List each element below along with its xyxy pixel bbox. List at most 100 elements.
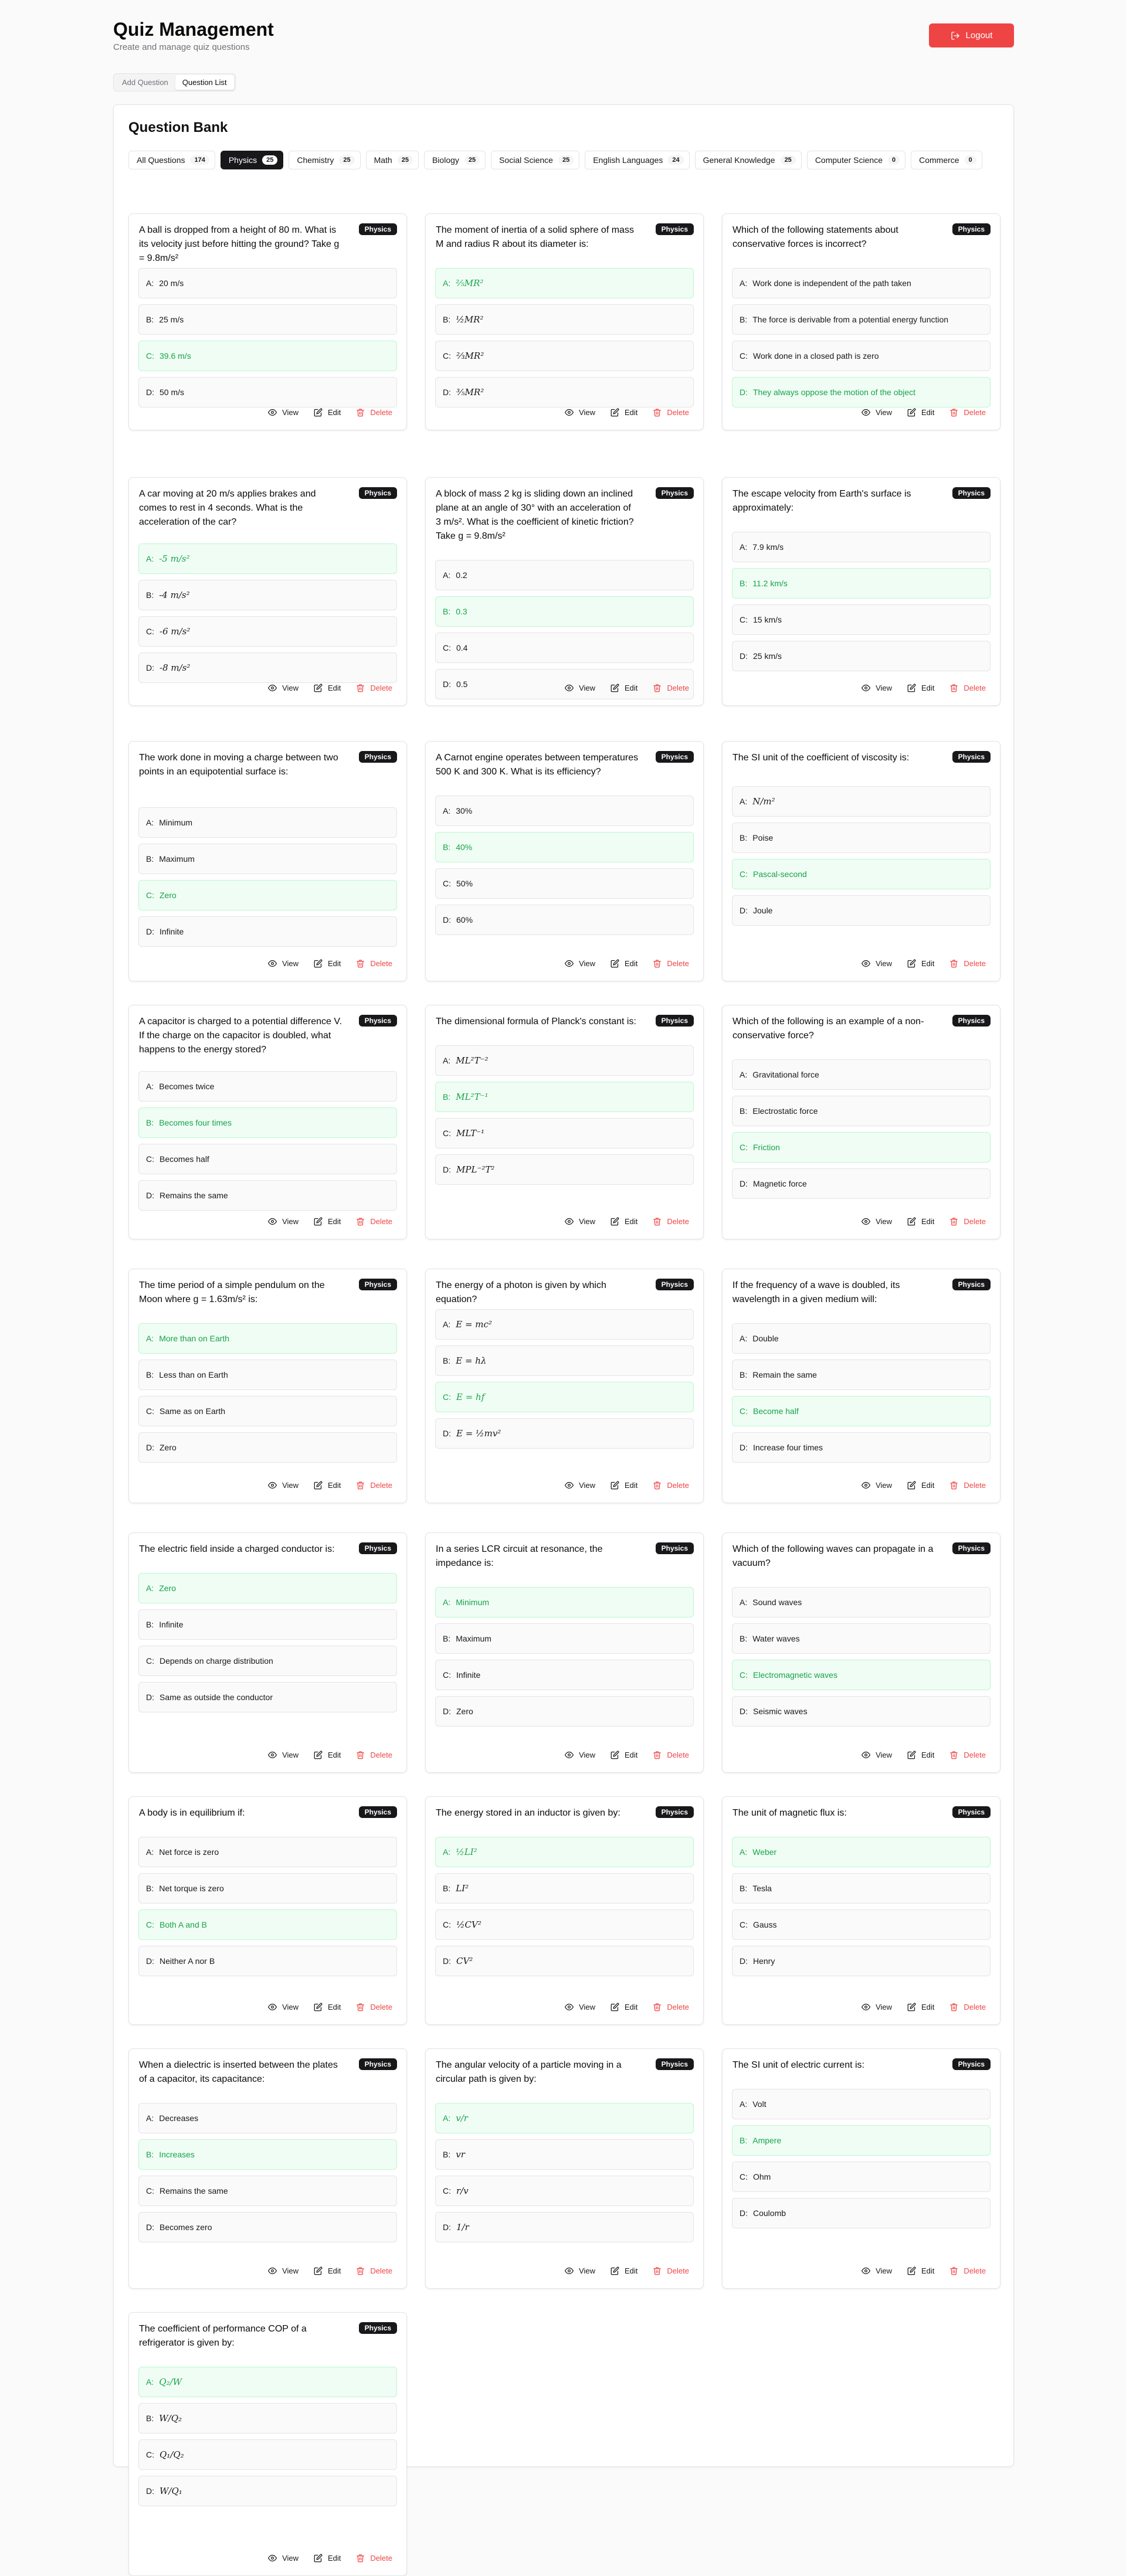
view-button[interactable]: View — [862, 2003, 892, 2011]
view-button[interactable]: View — [862, 1751, 892, 1759]
delete-button[interactable]: Delete — [949, 959, 986, 968]
delete-button[interactable]: Delete — [653, 2266, 689, 2275]
option-item: D: Joule — [732, 895, 991, 926]
option-item: B: Poise — [732, 823, 991, 853]
filter-chip-commerce[interactable]: Commerce 0 — [911, 151, 982, 169]
edit-button[interactable]: Edit — [907, 1481, 934, 1490]
edit-button[interactable]: Edit — [611, 2003, 637, 2011]
option-item: D: -8 m/s² — [138, 653, 397, 683]
delete-button[interactable]: Delete — [949, 2003, 986, 2011]
delete-button[interactable]: Delete — [949, 684, 986, 692]
delete-button[interactable]: Delete — [356, 408, 392, 417]
edit-button[interactable]: Edit — [907, 684, 934, 692]
view-icon — [565, 2266, 574, 2275]
delete-button[interactable]: Delete — [356, 1481, 392, 1490]
delete-button[interactable]: Delete — [653, 1217, 689, 1226]
edit-button[interactable]: Edit — [314, 1217, 341, 1226]
view-button[interactable]: View — [862, 684, 892, 692]
edit-button[interactable]: Edit — [314, 408, 341, 417]
filter-chip-biology[interactable]: Biology 25 — [423, 151, 486, 169]
view-button[interactable]: View — [862, 1217, 892, 1226]
filter-chip-english-languages[interactable]: English Languages 24 — [585, 151, 690, 169]
edit-button[interactable]: Edit — [907, 2003, 934, 2011]
filter-chip-math[interactable]: Math 25 — [365, 151, 419, 169]
view-button[interactable]: View — [268, 1217, 299, 1226]
view-button[interactable]: View — [565, 1751, 595, 1759]
edit-button[interactable]: Edit — [314, 2003, 341, 2011]
delete-button[interactable]: Delete — [356, 1751, 392, 1759]
edit-button[interactable]: Edit — [611, 1481, 637, 1490]
delete-button[interactable]: Delete — [949, 1217, 986, 1226]
edit-button[interactable]: Edit — [611, 408, 637, 417]
view-button[interactable]: View — [862, 2266, 892, 2275]
view-button[interactable]: View — [268, 1751, 299, 1759]
edit-button[interactable]: Edit — [907, 1217, 934, 1226]
filter-chip-social-science[interactable]: Social Science 25 — [491, 151, 580, 169]
view-button[interactable]: View — [268, 2003, 299, 2011]
edit-button[interactable]: Edit — [907, 408, 934, 417]
delete-button[interactable]: Delete — [653, 408, 689, 417]
option-letter: C: — [146, 891, 154, 900]
option-item: B: Remain the same — [732, 1360, 991, 1390]
delete-button[interactable]: Delete — [356, 684, 392, 692]
edit-button[interactable]: Edit — [314, 959, 341, 968]
delete-button[interactable]: Delete — [949, 1481, 986, 1490]
view-button[interactable]: View — [565, 1217, 595, 1226]
tab-question-list[interactable]: Question List — [175, 75, 234, 90]
edit-button[interactable]: Edit — [907, 1751, 934, 1759]
option-letter: B: — [740, 2136, 748, 2145]
edit-button[interactable]: Edit — [907, 2266, 934, 2275]
view-button[interactable]: View — [268, 1481, 299, 1490]
edit-button[interactable]: Edit — [611, 1217, 637, 1226]
view-button[interactable]: View — [268, 959, 299, 968]
delete-button[interactable]: Delete — [949, 1751, 986, 1759]
option-text: CV² — [456, 1956, 473, 1966]
view-button[interactable]: View — [268, 2554, 299, 2563]
view-button[interactable]: View — [565, 1481, 595, 1490]
option-text: Infinite — [456, 1670, 481, 1680]
delete-button[interactable]: Delete — [356, 2266, 392, 2275]
edit-button[interactable]: Edit — [314, 2266, 341, 2275]
delete-button[interactable]: Delete — [356, 2554, 392, 2563]
delete-button[interactable]: Delete — [653, 959, 689, 968]
view-button[interactable]: View — [565, 2003, 595, 2011]
edit-button[interactable]: Edit — [314, 1751, 341, 1759]
filter-chip-chemistry[interactable]: Chemistry 25 — [289, 151, 361, 169]
filter-chip-computer-science[interactable]: Computer Science 0 — [806, 151, 906, 169]
edit-icon — [611, 959, 619, 968]
filter-chip-physics[interactable]: Physics 25 — [220, 151, 284, 169]
delete-button[interactable]: Delete — [949, 2266, 986, 2275]
view-button[interactable]: View — [268, 2266, 299, 2275]
view-button[interactable]: View — [862, 1481, 892, 1490]
delete-button[interactable]: Delete — [356, 2003, 392, 2011]
filter-chip-general-knowledge[interactable]: General Knowledge 25 — [694, 151, 802, 169]
delete-button[interactable]: Delete — [356, 959, 392, 968]
view-button[interactable]: View — [862, 408, 892, 417]
delete-button[interactable]: Delete — [949, 408, 986, 417]
delete-button[interactable]: Delete — [653, 684, 689, 692]
view-button[interactable]: View — [565, 408, 595, 417]
view-button[interactable]: View — [565, 2266, 595, 2275]
view-button[interactable]: View — [565, 959, 595, 968]
logout-button[interactable]: Logout — [929, 23, 1014, 47]
edit-button[interactable]: Edit — [611, 959, 637, 968]
edit-button[interactable]: Edit — [611, 684, 637, 692]
edit-button[interactable]: Edit — [314, 684, 341, 692]
view-button[interactable]: View — [268, 684, 299, 692]
edit-button[interactable]: Edit — [907, 959, 934, 968]
option-item: B: Infinite — [138, 1609, 397, 1640]
delete-button[interactable]: Delete — [653, 2003, 689, 2011]
edit-button[interactable]: Edit — [611, 2266, 637, 2275]
delete-button[interactable]: Delete — [653, 1481, 689, 1490]
edit-button[interactable]: Edit — [611, 1751, 637, 1759]
tab-add-question[interactable]: Add Question — [115, 75, 175, 90]
filter-chip-all-questions[interactable]: All Questions 174 — [128, 151, 215, 169]
edit-button[interactable]: Edit — [314, 1481, 341, 1490]
delete-button[interactable]: Delete — [356, 1217, 392, 1226]
edit-button[interactable]: Edit — [314, 2554, 341, 2563]
view-button[interactable]: View — [268, 408, 299, 417]
option-letter: A: — [443, 278, 451, 288]
delete-button[interactable]: Delete — [653, 1751, 689, 1759]
view-button[interactable]: View — [862, 959, 892, 968]
view-button[interactable]: View — [565, 684, 595, 692]
